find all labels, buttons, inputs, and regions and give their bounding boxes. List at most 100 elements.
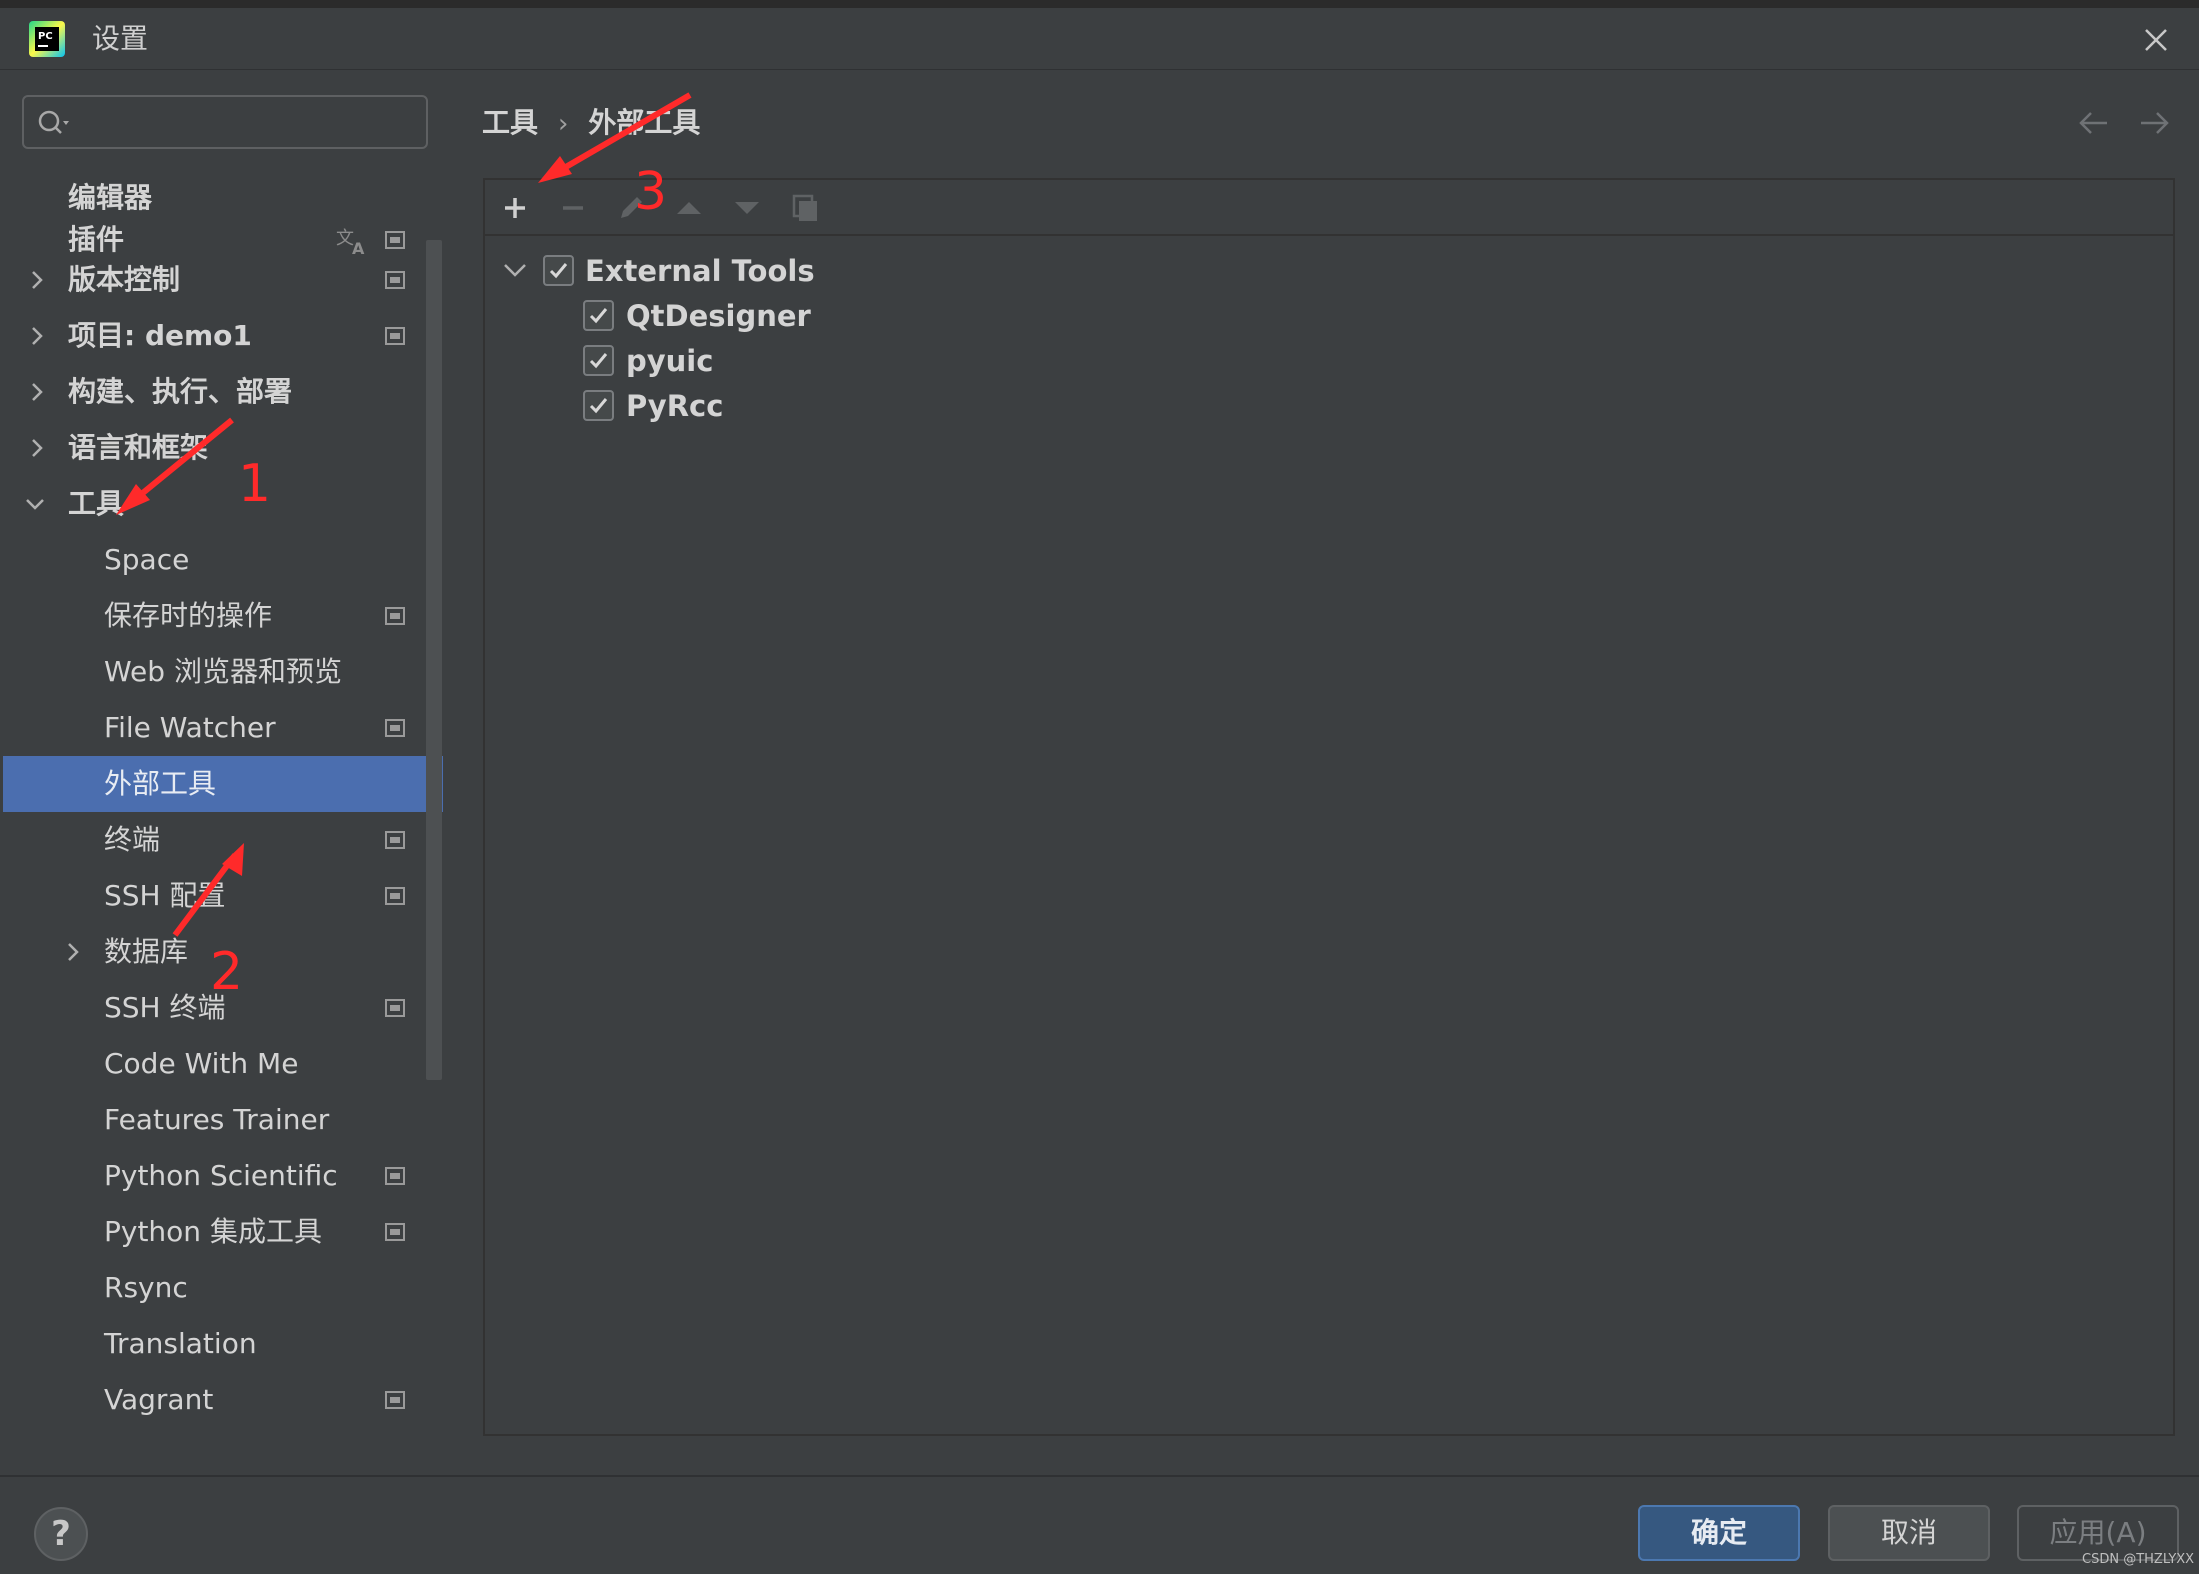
sidebar-item-label: 保存时的操作 bbox=[104, 599, 273, 632]
forward-arrow-icon[interactable] bbox=[2135, 106, 2175, 140]
copy-icon[interactable] bbox=[787, 190, 823, 226]
sidebar-item-label: 外部工具 bbox=[104, 767, 217, 800]
title-bar: PC 设置 bbox=[0, 8, 2199, 70]
project-level-icon bbox=[385, 1223, 405, 1241]
chevron-right-icon[interactable] bbox=[63, 940, 83, 964]
sidebar-item-label: 版本控制 bbox=[68, 263, 181, 296]
close-icon[interactable] bbox=[2138, 22, 2174, 58]
sidebar-item-project[interactable]: 项目: demo1 bbox=[3, 308, 443, 364]
annotation-step-2: 2 bbox=[210, 942, 244, 1002]
check-icon bbox=[589, 353, 608, 369]
sidebar-item-tools[interactable]: 工具 bbox=[3, 476, 443, 532]
sidebar-item-python-integrated-tools[interactable]: Python 集成工具 bbox=[3, 1204, 443, 1260]
watermark: CSDN @THZLYXX bbox=[2082, 1552, 2195, 1567]
sidebar-item-vagrant[interactable]: Vagrant bbox=[3, 1372, 443, 1428]
check-icon bbox=[549, 263, 568, 279]
remove-icon[interactable] bbox=[555, 190, 591, 226]
sidebar-item-label: Web 浏览器和预览 bbox=[104, 655, 342, 688]
tool-group-external-tools[interactable]: External Tools bbox=[485, 248, 2173, 293]
chevron-right-icon[interactable] bbox=[27, 380, 47, 404]
sidebar-item-label: File Watcher bbox=[104, 711, 276, 744]
sidebar-item-label: Rsync bbox=[104, 1271, 188, 1304]
sidebar-scrollbar[interactable] bbox=[426, 240, 442, 1080]
tool-item-pyrcc[interactable]: PyRcc bbox=[485, 383, 2173, 428]
breadcrumb: 工具 › 外部工具 bbox=[482, 103, 700, 144]
tool-group-label: External Tools bbox=[585, 254, 815, 288]
back-arrow-icon[interactable] bbox=[2073, 106, 2113, 140]
project-level-icon bbox=[385, 887, 405, 905]
search-icon[interactable] bbox=[36, 108, 72, 138]
search-box[interactable] bbox=[22, 95, 428, 149]
help-button[interactable]: ? bbox=[34, 1507, 88, 1561]
external-tools-panel: External Tools QtDesigner pyuic PyRcc bbox=[483, 178, 2175, 1436]
sidebar-item-actions-on-save[interactable]: 保存时的操作 bbox=[3, 588, 443, 644]
pyuic-checkbox[interactable] bbox=[583, 345, 614, 376]
sidebar-item-features-trainer[interactable]: Features Trainer bbox=[3, 1092, 443, 1148]
external-tools-checkbox[interactable] bbox=[543, 255, 574, 286]
tool-item-pyuic[interactable]: pyuic bbox=[485, 338, 2173, 383]
ok-button[interactable]: 确定 bbox=[1638, 1505, 1800, 1561]
search-input[interactable] bbox=[80, 105, 410, 141]
settings-content: 工具 › 外部工具 External Tools QtDesigner pyui… bbox=[443, 70, 2199, 1475]
tools-toolbar bbox=[485, 180, 2173, 236]
sidebar-item-label: 终端 bbox=[104, 823, 161, 856]
sidebar-item-label: Features Trainer bbox=[104, 1103, 330, 1136]
breadcrumb-parent[interactable]: 工具 bbox=[482, 106, 538, 139]
sidebar-item-file-watcher[interactable]: File Watcher bbox=[3, 700, 443, 756]
sidebar-item-space[interactable]: Space bbox=[3, 532, 443, 588]
chevron-right-icon[interactable] bbox=[27, 268, 47, 292]
pyrcc-checkbox[interactable] bbox=[583, 390, 614, 421]
sidebar-item-label: Translation bbox=[104, 1327, 257, 1360]
tool-item-label: QtDesigner bbox=[626, 299, 811, 333]
sidebar-item-label: 语言和框架 bbox=[68, 431, 209, 464]
sidebar-item-label: SSH 终端 bbox=[104, 991, 226, 1024]
tool-item-qtdesigner[interactable]: QtDesigner bbox=[485, 293, 2173, 338]
project-level-icon bbox=[385, 271, 405, 289]
sidebar-item-python-scientific[interactable]: Python Scientific bbox=[3, 1148, 443, 1204]
sidebar-item-label: Python Scientific bbox=[104, 1159, 338, 1192]
project-level-icon bbox=[385, 1391, 405, 1409]
settings-sidebar: 编辑器 插件 文 A 版本控制 项目: demo1 构建、执行、部署 语言和框架 bbox=[3, 70, 443, 1475]
move-down-icon[interactable] bbox=[729, 190, 765, 226]
sidebar-item-label: 工具 bbox=[68, 487, 125, 520]
dialog-footer: ? 确定 取消 应用(A) CSDN @THZLYXX bbox=[0, 1475, 2199, 1574]
sidebar-item-label: 构建、执行、部署 bbox=[68, 375, 293, 408]
project-level-icon bbox=[385, 719, 405, 737]
window-title: 设置 bbox=[92, 22, 149, 55]
cancel-button[interactable]: 取消 bbox=[1828, 1505, 1990, 1561]
add-icon[interactable] bbox=[497, 190, 533, 226]
tool-item-label: pyuic bbox=[626, 344, 714, 378]
sidebar-item-label: 数据库 bbox=[104, 935, 189, 968]
sidebar-item-label: Vagrant bbox=[104, 1383, 214, 1416]
project-level-icon bbox=[385, 327, 405, 345]
project-level-icon bbox=[385, 999, 405, 1017]
top-strip bbox=[0, 0, 2199, 8]
check-icon bbox=[589, 398, 608, 414]
sidebar-item-external-tools[interactable]: 外部工具 bbox=[3, 756, 443, 812]
chevron-right-icon[interactable] bbox=[27, 324, 47, 348]
qtdesigner-checkbox[interactable] bbox=[583, 300, 614, 331]
breadcrumb-current: 外部工具 bbox=[588, 106, 701, 139]
chevron-right-icon[interactable] bbox=[27, 436, 47, 460]
project-level-icon bbox=[385, 831, 405, 849]
sidebar-item-build-execution-deployment[interactable]: 构建、执行、部署 bbox=[3, 364, 443, 420]
sidebar-item-ssh-config[interactable]: SSH 配置 bbox=[3, 868, 443, 924]
pycharm-logo-icon: PC bbox=[29, 21, 65, 57]
check-icon bbox=[589, 308, 608, 324]
annotation-step-1: 1 bbox=[238, 454, 272, 514]
sidebar-item-label: Code With Me bbox=[104, 1047, 299, 1080]
sidebar-item-code-with-me[interactable]: Code With Me bbox=[3, 1036, 443, 1092]
sidebar-item-web-browsers[interactable]: Web 浏览器和预览 bbox=[3, 644, 443, 700]
sidebar-item-version-control[interactable]: 版本控制 bbox=[3, 252, 443, 308]
sidebar-item-languages-frameworks[interactable]: 语言和框架 bbox=[3, 420, 443, 476]
logo-text: PC bbox=[38, 31, 53, 42]
sidebar-item-rsync[interactable]: Rsync bbox=[3, 1260, 443, 1316]
move-up-icon[interactable] bbox=[671, 190, 707, 226]
sidebar-item-translation[interactable]: Translation bbox=[3, 1316, 443, 1372]
project-level-icon bbox=[385, 607, 405, 625]
tool-item-label: PyRcc bbox=[626, 389, 724, 423]
chevron-down-icon[interactable] bbox=[501, 258, 529, 282]
sidebar-item-terminal[interactable]: 终端 bbox=[3, 812, 443, 868]
sidebar-item-label: SSH 配置 bbox=[104, 879, 226, 912]
chevron-down-icon[interactable] bbox=[25, 492, 45, 516]
